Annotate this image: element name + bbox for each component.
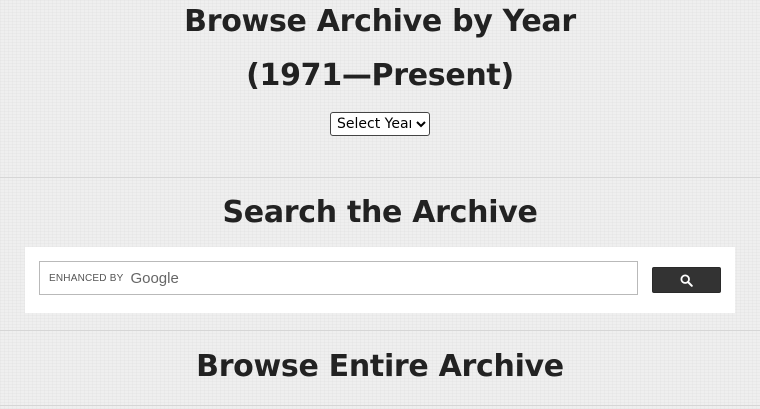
search-icon: [680, 273, 693, 287]
section-divider: [0, 405, 760, 406]
browse-year-range: (1971—Present): [246, 58, 514, 93]
section-divider: [0, 177, 760, 178]
search-input[interactable]: ENHANCED BY Google: [39, 261, 638, 295]
year-select[interactable]: Select Year: [330, 112, 430, 136]
browse-year-title: Browse Archive by Year: [184, 4, 576, 39]
enhanced-by-label: ENHANCED BY: [49, 272, 124, 284]
search-button[interactable]: [652, 267, 721, 293]
google-brand-label: Google: [130, 269, 179, 287]
search-panel: ENHANCED BY Google: [25, 247, 735, 313]
search-title: Search the Archive: [222, 195, 538, 230]
section-divider: [0, 330, 760, 331]
browse-entire-title: Browse Entire Archive: [196, 349, 564, 384]
